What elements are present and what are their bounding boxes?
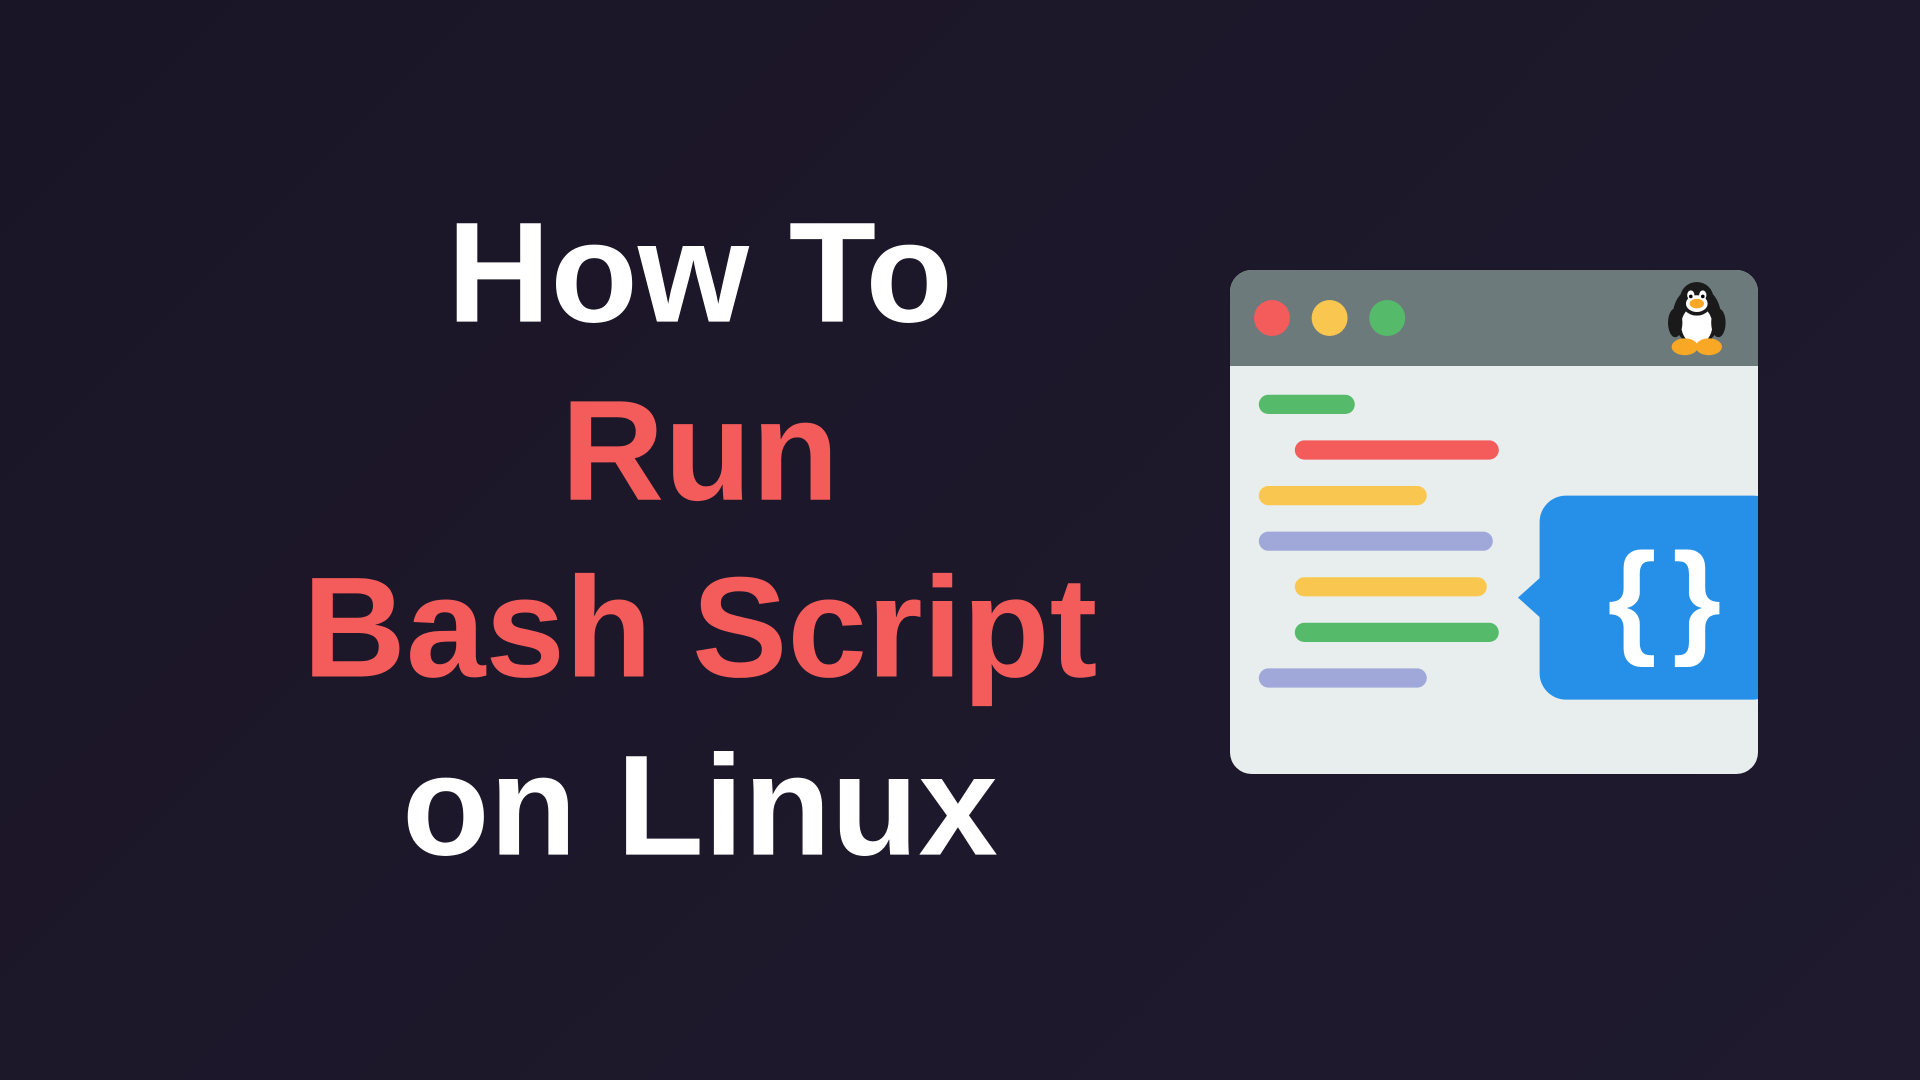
code-line (1259, 486, 1427, 505)
title-line-4: on Linux (402, 724, 998, 888)
code-line (1259, 395, 1355, 414)
close-icon (1254, 300, 1290, 336)
code-illustration: { } (1230, 270, 1830, 810)
code-line (1295, 440, 1499, 459)
minimize-icon (1312, 300, 1348, 336)
title-line-1: How To (447, 192, 953, 356)
code-line (1259, 668, 1427, 687)
code-line (1259, 532, 1493, 551)
window-titlebar (1230, 270, 1758, 366)
title-line-2: Run (561, 369, 839, 533)
code-line (1295, 577, 1487, 596)
code-line (1295, 623, 1499, 642)
maximize-icon (1369, 300, 1405, 336)
title-line-3: Bash Script (303, 547, 1098, 711)
braces-bubble-icon: { } (1540, 496, 1758, 700)
traffic-lights (1254, 300, 1405, 336)
code-window: { } (1230, 270, 1758, 774)
linux-tux-icon (1655, 277, 1739, 361)
braces-text: { } (1607, 535, 1711, 661)
code-body: { } (1230, 366, 1758, 716)
